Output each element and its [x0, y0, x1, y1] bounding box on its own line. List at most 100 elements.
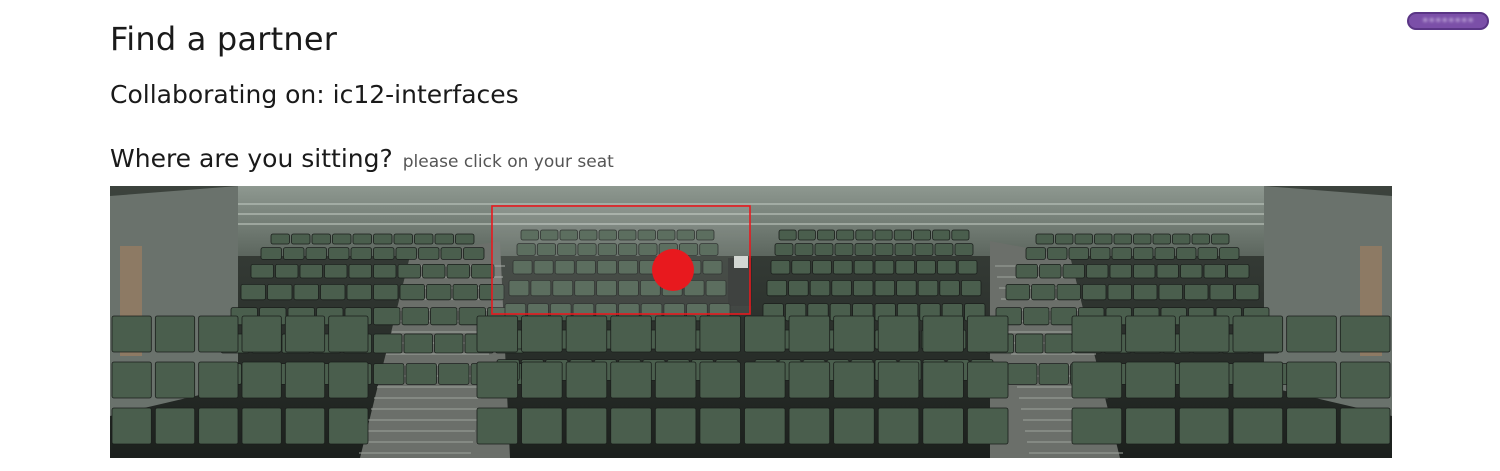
seat[interactable]	[1191, 233, 1210, 245]
seat[interactable]	[922, 407, 964, 445]
seat[interactable]	[452, 284, 478, 301]
seat[interactable]	[348, 264, 372, 279]
seat[interactable]	[284, 361, 326, 399]
seat[interactable]	[1339, 361, 1391, 399]
seat[interactable]	[1158, 284, 1183, 301]
seat[interactable]	[373, 307, 401, 326]
seat[interactable]	[937, 260, 957, 275]
seat[interactable]	[877, 361, 920, 399]
seat[interactable]	[853, 280, 874, 297]
seat[interactable]	[198, 361, 239, 399]
auditorium-seat-map[interactable]	[110, 186, 1392, 458]
seat[interactable]	[812, 260, 832, 275]
seat[interactable]	[305, 247, 327, 260]
seat[interactable]	[1232, 361, 1284, 399]
seat[interactable]	[111, 361, 152, 399]
seat[interactable]	[267, 284, 293, 301]
seat[interactable]	[401, 307, 429, 326]
seat[interactable]	[1071, 361, 1123, 399]
seat[interactable]	[565, 315, 608, 353]
seat[interactable]	[1156, 264, 1179, 279]
seat[interactable]	[111, 407, 152, 445]
seat[interactable]	[1219, 247, 1240, 260]
seat[interactable]	[434, 333, 464, 354]
seat[interactable]	[291, 233, 311, 245]
seat[interactable]	[922, 315, 964, 353]
seat[interactable]	[877, 407, 920, 445]
seat[interactable]	[328, 361, 369, 399]
seat[interactable]	[610, 407, 652, 445]
seat[interactable]	[774, 243, 794, 256]
seat[interactable]	[1133, 247, 1154, 260]
seat[interactable]	[476, 315, 518, 353]
seat[interactable]	[699, 407, 741, 445]
seat[interactable]	[352, 233, 372, 245]
seat[interactable]	[320, 284, 346, 301]
seat[interactable]	[1056, 284, 1081, 301]
seat[interactable]	[284, 407, 326, 445]
seat[interactable]	[328, 315, 369, 353]
seat[interactable]	[967, 361, 1009, 399]
seat[interactable]	[1178, 361, 1230, 399]
seat[interactable]	[1071, 315, 1123, 353]
seat[interactable]	[373, 284, 399, 301]
seat[interactable]	[426, 284, 452, 301]
seat[interactable]	[434, 233, 454, 245]
seat[interactable]	[260, 247, 282, 260]
seat[interactable]	[797, 229, 816, 241]
seat[interactable]	[874, 243, 894, 256]
seat[interactable]	[446, 264, 470, 279]
seat[interactable]	[241, 407, 282, 445]
seat[interactable]	[418, 247, 440, 260]
seat[interactable]	[1133, 264, 1156, 279]
seat[interactable]	[894, 243, 914, 256]
seat[interactable]	[1025, 247, 1046, 260]
seat[interactable]	[1235, 284, 1260, 301]
seat[interactable]	[414, 233, 434, 245]
seat[interactable]	[565, 361, 608, 399]
seat[interactable]	[699, 315, 741, 353]
seat[interactable]	[154, 407, 196, 445]
seat[interactable]	[917, 280, 939, 297]
seat[interactable]	[1176, 247, 1197, 260]
seat[interactable]	[373, 333, 403, 354]
seat[interactable]	[893, 229, 912, 241]
seat[interactable]	[240, 284, 266, 301]
seat[interactable]	[1180, 264, 1203, 279]
seat[interactable]	[1209, 284, 1234, 301]
seat[interactable]	[1035, 233, 1054, 245]
seat[interactable]	[476, 361, 518, 399]
seat[interactable]	[111, 315, 152, 353]
seat[interactable]	[957, 260, 978, 275]
seat[interactable]	[1111, 247, 1132, 260]
user-badge[interactable]: ••••••••	[1407, 12, 1489, 30]
seat[interactable]	[430, 307, 458, 326]
seat[interactable]	[332, 233, 352, 245]
seat[interactable]	[1197, 247, 1218, 260]
seat[interactable]	[1023, 307, 1050, 326]
seat[interactable]	[809, 280, 831, 297]
seat[interactable]	[788, 280, 809, 297]
seat[interactable]	[299, 264, 323, 279]
seat[interactable]	[1286, 407, 1337, 445]
seat[interactable]	[311, 233, 331, 245]
seat[interactable]	[521, 361, 563, 399]
seat[interactable]	[275, 264, 299, 279]
seat[interactable]	[654, 315, 697, 353]
seat[interactable]	[1047, 247, 1068, 260]
seat[interactable]	[895, 260, 915, 275]
seat[interactable]	[853, 260, 874, 275]
seat[interactable]	[1044, 333, 1073, 354]
seat[interactable]	[1286, 315, 1337, 353]
seat[interactable]	[1133, 233, 1152, 245]
seat[interactable]	[521, 407, 563, 445]
seat[interactable]	[397, 264, 421, 279]
seat[interactable]	[770, 260, 791, 275]
seat[interactable]	[1125, 315, 1176, 353]
seat[interactable]	[817, 229, 836, 241]
seat[interactable]	[788, 407, 831, 445]
seat[interactable]	[241, 361, 282, 399]
seat[interactable]	[1031, 284, 1056, 301]
seat[interactable]	[1178, 315, 1230, 353]
seat[interactable]	[565, 407, 608, 445]
